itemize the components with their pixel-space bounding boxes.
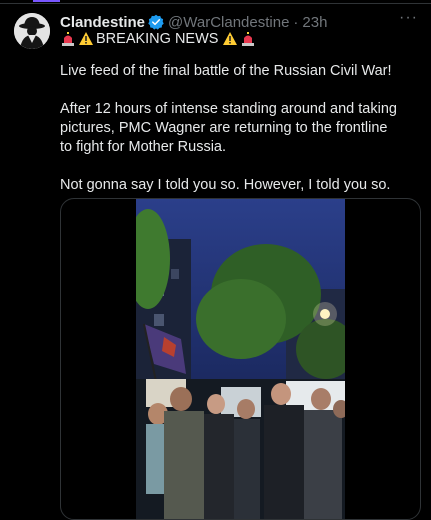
author-name[interactable]: Clandestine: [60, 14, 145, 31]
tweet-paragraph: After 12 hours of intense standing aroun…: [60, 101, 397, 155]
media-container[interactable]: [60, 198, 421, 520]
author-handle[interactable]: @WarClandestine: [168, 14, 289, 31]
avatar[interactable]: [14, 13, 50, 49]
meta-separator: ·: [293, 13, 299, 31]
active-tab-indicator: [33, 0, 60, 2]
video-frame: [136, 199, 345, 519]
spy-avatar-icon: [14, 13, 50, 49]
tweet-text: Live feed of the final battle of the Rus…: [60, 62, 400, 214]
tweet-header: Clandestine @WarClandestine · 23h: [60, 12, 419, 32]
timeline-divider: [0, 3, 431, 4]
tweet-paragraph: Live feed of the final battle of the Rus…: [60, 63, 392, 79]
verified-badge-icon: [148, 14, 164, 30]
warning-icon: [222, 31, 238, 47]
video-player[interactable]: [136, 199, 345, 519]
timestamp[interactable]: 23h: [302, 14, 327, 31]
siren-icon: [240, 31, 256, 47]
siren-icon: [60, 31, 76, 47]
breaking-news-line: BREAKING NEWS: [60, 31, 258, 47]
headline: BREAKING NEWS: [96, 31, 219, 47]
more-icon: ···: [399, 9, 418, 26]
more-options-button[interactable]: ···: [399, 9, 418, 30]
tweet-paragraph: Not gonna say I told you so. However, I …: [60, 177, 391, 193]
warning-icon: [78, 31, 94, 47]
